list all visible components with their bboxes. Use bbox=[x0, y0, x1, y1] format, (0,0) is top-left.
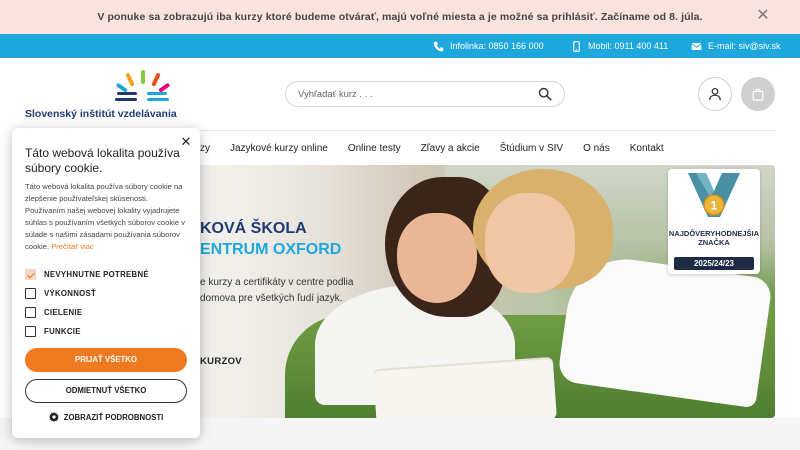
cookie-option-label: CIELENIE bbox=[44, 307, 83, 317]
search-icon[interactable] bbox=[538, 87, 552, 101]
nav-item-o-nas[interactable]: O nás bbox=[583, 143, 610, 154]
email-text: E-mail: siv@siv.sk bbox=[708, 41, 781, 51]
shopping-bag-icon bbox=[752, 88, 764, 101]
contact-mobile[interactable]: Mobil: 0911 400 411 bbox=[571, 34, 668, 58]
contact-email[interactable]: E-mail: siv@siv.sk bbox=[691, 34, 780, 58]
cookie-body-text: Táto webová lokalita používa súbory cook… bbox=[25, 182, 185, 251]
reject-all-button[interactable]: ODMIETNUŤ VŠETKO bbox=[25, 379, 187, 403]
site-header: Slovenský inštitút vzdelávania bbox=[0, 58, 800, 130]
nav-item-kontakt[interactable]: Kontakt bbox=[630, 143, 664, 154]
gear-icon bbox=[48, 412, 59, 422]
hero-title: KOVÁ ŠKOLA bbox=[200, 220, 307, 237]
cookie-option-label: NEVYHNUTNE POTREBNÉ bbox=[44, 269, 149, 279]
search-bar[interactable] bbox=[285, 81, 565, 107]
nav-item-kurzy[interactable]: zy bbox=[200, 143, 210, 154]
phone-icon bbox=[433, 41, 444, 51]
badge-text: NAJDÔVERYHODNEJŠIA ZNAČKA bbox=[668, 229, 760, 247]
show-details-button[interactable]: ZOBRAZIŤ PODROBNOSTI bbox=[12, 412, 200, 422]
infolinka-text: Infolinka: 0850 166 000 bbox=[450, 41, 544, 51]
close-icon[interactable]: ✕ bbox=[756, 8, 770, 24]
announcement-bar: V ponuke sa zobrazujú iba kurzy ktoré bu… bbox=[0, 0, 800, 34]
badge-line2: ZNAČKA bbox=[698, 238, 730, 247]
hero-cta-link[interactable]: KURZOV bbox=[200, 356, 242, 367]
close-icon[interactable]: ✕ bbox=[180, 135, 192, 148]
mail-icon bbox=[691, 42, 702, 50]
cookie-option-targeting[interactable]: CIELENIE bbox=[25, 306, 82, 318]
badge-rank: 1 bbox=[711, 199, 718, 213]
cookie-option-necessary: NEVYHNUTNE POTREBNÉ bbox=[25, 268, 149, 280]
cookie-option-label: FUNKCIE bbox=[44, 326, 81, 336]
badge-years: 2025/24/23 bbox=[674, 257, 754, 270]
nav-item-studium[interactable]: Štúdium v SIV bbox=[500, 143, 563, 154]
logo-mark-icon bbox=[115, 70, 170, 101]
cookie-consent-dialog: ✕ Táto webová lokalita používa súbory co… bbox=[12, 128, 200, 438]
nav-item-online-testy[interactable]: Online testy bbox=[348, 143, 401, 154]
mobile-icon bbox=[573, 40, 580, 52]
accept-all-button[interactable]: PRIJAŤ VŠETKO bbox=[25, 348, 187, 372]
announcement-text: V ponuke sa zobrazujú iba kurzy ktoré bu… bbox=[97, 11, 703, 23]
hero-subtitle: e kurzy a certifikáty v centre podlia do… bbox=[200, 277, 354, 304]
main-nav: zy Jazykové kurzy online Online testy Zľ… bbox=[200, 130, 775, 165]
user-icon bbox=[709, 87, 721, 101]
badge-line1: NAJDÔVERYHODNEJŠIA bbox=[668, 229, 760, 238]
account-button[interactable] bbox=[698, 77, 732, 111]
nav-item-zlavy[interactable]: Zľavy a akcie bbox=[421, 143, 480, 154]
checkbox-functional[interactable] bbox=[25, 325, 36, 337]
trusted-brand-badge: 1 NAJDÔVERYHODNEJŠIA ZNAČKA 2025/24/23 bbox=[668, 169, 760, 274]
cookie-option-functional[interactable]: FUNKCIE bbox=[25, 325, 81, 337]
mobile-text: Mobil: 0911 400 411 bbox=[588, 41, 669, 51]
checkbox-targeting[interactable] bbox=[25, 306, 36, 318]
checkbox-performance[interactable] bbox=[25, 287, 36, 299]
search-input[interactable] bbox=[298, 88, 528, 100]
cookie-option-label: VÝKONNOSŤ bbox=[44, 288, 97, 298]
show-details-label: ZOBRAZIŤ PODROBNOSTI bbox=[63, 412, 164, 422]
cookie-option-performance[interactable]: VÝKONNOSŤ bbox=[25, 287, 96, 299]
contact-bar: Infolinka: 0850 166 000 Mobil: 0911 400 … bbox=[0, 34, 800, 58]
hero-photo-person bbox=[485, 193, 575, 293]
checkbox-necessary bbox=[25, 268, 36, 280]
award-medal-icon: 1 bbox=[688, 173, 740, 217]
site-logo[interactable]: Slovenský inštitút vzdelávania bbox=[25, 70, 177, 122]
nav-item-online-kurzy[interactable]: Jazykové kurzy online bbox=[230, 143, 328, 154]
contact-phone[interactable]: Infolinka: 0850 166 000 bbox=[433, 34, 544, 58]
hero-photo-person bbox=[397, 213, 477, 303]
logo-text: Slovenský inštitút vzdelávania bbox=[25, 108, 177, 120]
cookie-read-more-link[interactable]: Prečítať viac bbox=[51, 242, 94, 251]
hero-title-highlight: ENTRUM OXFORD bbox=[200, 241, 342, 258]
cart-button[interactable] bbox=[741, 77, 775, 111]
cookie-body: Táto webová lokalita používa súbory cook… bbox=[25, 181, 190, 253]
cookie-title: Táto webová lokalita používa súbory cook… bbox=[25, 146, 180, 175]
